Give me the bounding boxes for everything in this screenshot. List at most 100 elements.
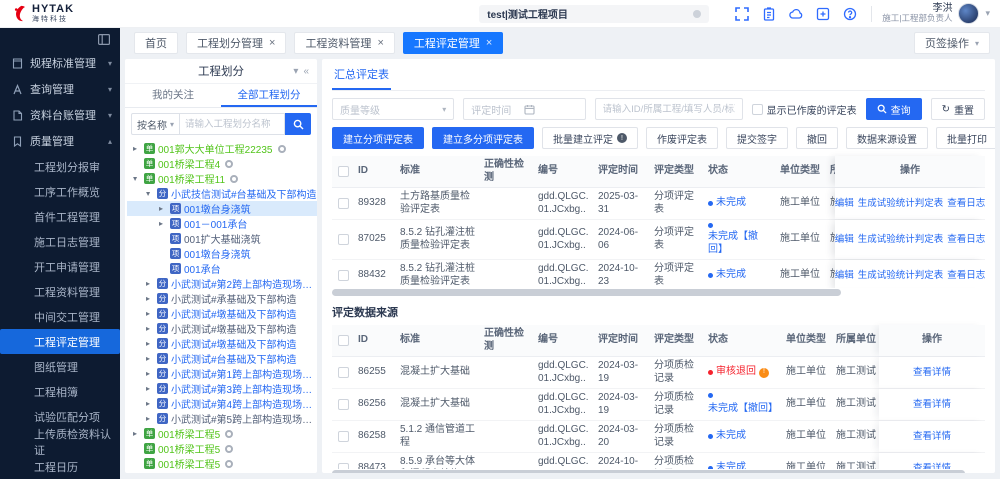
tree-node[interactable]: 项 001墩台身浇筑 — [127, 246, 317, 261]
expander-icon[interactable] — [133, 175, 141, 183]
tree-node[interactable]: 单 001桥梁工程5 — [127, 471, 317, 473]
tree-node-label[interactable]: 小武技信测试#台基础及下部构造 — [171, 186, 317, 201]
status-text[interactable]: 未完成 — [716, 462, 746, 469]
tree-node-label[interactable]: 小武测试#墩基础及下部构造 — [171, 306, 297, 321]
tree-search-input[interactable] — [180, 113, 285, 135]
tab-summary-table[interactable]: 汇总评定表 — [332, 66, 391, 90]
tree-node[interactable]: 项 001墩台身浇筑 — [127, 201, 317, 216]
tab-all-divisions[interactable]: 全部工程划分 — [221, 84, 317, 107]
row-action-link[interactable]: 生成试验统计判定表 — [858, 234, 944, 246]
tree-node[interactable]: 单 001桥梁工程5 — [127, 426, 317, 441]
status-text[interactable]: 未完成 — [716, 197, 746, 210]
expander-icon[interactable] — [159, 205, 167, 213]
tree-node-label[interactable]: 001桥梁工程5 — [158, 471, 220, 473]
help-icon[interactable] — [843, 7, 857, 21]
tree-node[interactable]: 分 小武测试#墩基础及下部构造 — [127, 306, 317, 321]
page-tab[interactable]: 工程划分管理 × — [186, 32, 286, 54]
close-icon[interactable]: × — [486, 38, 492, 49]
row-checkbox[interactable] — [332, 220, 354, 259]
project-selector[interactable]: test|测试工程项目 — [479, 5, 709, 23]
quality-grade-select[interactable]: 质量等级 ▾ — [332, 98, 454, 120]
tree-node-label[interactable]: 001墩台身浇筑 — [184, 201, 251, 216]
view-detail-link[interactable]: 查看详情 — [913, 399, 951, 411]
tree-node-label[interactable]: 001桥梁工程4 — [158, 156, 220, 171]
page-tab[interactable]: 首页 × — [134, 32, 178, 54]
sidebar-group-ledger[interactable]: 资料台账管理 ▾ — [0, 102, 120, 128]
tree-node-label[interactable]: 001桥梁工程5 — [158, 426, 220, 441]
status-text[interactable]: 未完成 — [716, 430, 746, 443]
expander-icon[interactable] — [146, 355, 154, 363]
tree-node-label[interactable]: 小武测试#第4跨上部构造现场浇筑 — [171, 396, 317, 411]
expander-icon[interactable] — [146, 280, 154, 288]
expander-icon[interactable] — [146, 190, 154, 198]
row-action-link[interactable]: 编辑 — [835, 234, 854, 246]
sidebar-item[interactable]: 首件工程管理 — [0, 204, 120, 229]
tree-node-label[interactable]: 001郭大大单位工程22235 — [158, 141, 273, 156]
tree-node[interactable]: 单 001桥梁工程5 — [127, 441, 317, 456]
sidebar-item[interactable]: 施工日志管理 — [0, 229, 120, 254]
tree-node[interactable]: 单 001桥梁工程5 — [127, 456, 317, 471]
sidebar-group-quality[interactable]: 质量管理 ▴ — [0, 128, 120, 154]
sidebar-item[interactable]: 工程划分报审 — [0, 154, 120, 179]
expander-icon[interactable] — [146, 295, 154, 303]
search-by-select[interactable]: 按名称 ▾ — [131, 113, 180, 135]
status-text[interactable]: 审核退回 — [716, 366, 756, 379]
clipboard-icon[interactable] — [762, 7, 776, 21]
user-menu[interactable]: 李洪 施工|工程部负责人 ▾ — [882, 3, 990, 24]
sidebar-item[interactable]: 图纸管理 — [0, 354, 120, 379]
view-detail-link[interactable]: 查看详情 — [913, 431, 951, 443]
expander-icon[interactable] — [146, 310, 154, 318]
fullscreen-icon[interactable] — [735, 7, 749, 21]
tree-node-label[interactable]: 001扩大基础浇筑 — [184, 231, 261, 246]
select-all-checkbox[interactable] — [332, 325, 354, 356]
page-tab[interactable]: 工程资料管理 × — [294, 32, 394, 54]
row-checkbox[interactable] — [332, 389, 354, 420]
sidebar-item[interactable]: 工程评定管理 — [0, 329, 120, 354]
view-detail-link[interactable]: 查看详情 — [913, 463, 951, 469]
expander-icon[interactable] — [159, 220, 167, 228]
tree-node[interactable]: 分 小武技信测试#台基础及下部构造 — [127, 186, 317, 201]
tree-node-label[interactable]: 小武测试#承基础及下部构造 — [171, 291, 297, 306]
sidebar-item[interactable]: 中间交工管理 — [0, 304, 120, 329]
page-tab[interactable]: 工程评定管理 × — [403, 32, 503, 54]
row-action-link[interactable]: 查看日志 — [947, 270, 985, 282]
tree-node[interactable]: 单 001桥梁工程11 — [127, 171, 317, 186]
cloud-icon[interactable] — [789, 7, 803, 21]
tree-node-label[interactable]: 001桥梁工程5 — [158, 441, 220, 456]
row-checkbox[interactable] — [332, 188, 354, 219]
action-button[interactable]: 批量建立评定 ! — [542, 127, 638, 149]
tree-node-label[interactable]: 001桥梁工程5 — [158, 456, 220, 471]
chevron-down-icon[interactable]: ▾ — [293, 66, 298, 77]
tree-node-label[interactable]: 小武测试#第2跨上部构造现场浇筑 — [171, 276, 317, 291]
user-caret-down-icon[interactable]: ▾ — [985, 8, 990, 19]
tab-my-follow[interactable]: 我的关注 — [125, 84, 221, 107]
row-action-link[interactable]: 编辑 — [835, 270, 854, 282]
collapse-panel-icon[interactable]: « — [303, 66, 309, 77]
tree-node-label[interactable]: 小武测试#墩基础及下部构造 — [171, 321, 297, 336]
select-all-checkbox[interactable] — [332, 156, 354, 187]
tree-node[interactable]: 分 小武测试#第5跨上部构造现场浇筑 — [127, 411, 317, 426]
action-button[interactable]: 批量打印 ! — [936, 127, 995, 149]
action-button[interactable]: 提交签字 ! — [726, 127, 788, 149]
row-action-link[interactable]: 查看日志 — [947, 198, 985, 210]
tree-node[interactable]: 分 小武测试#墩基础及下部构造 — [127, 321, 317, 336]
tree-node-label[interactable]: 小武测试#第5跨上部构造现场浇筑 — [171, 411, 317, 426]
row-checkbox[interactable] — [332, 260, 354, 288]
tree-node[interactable]: 分 小武测试#第2跨上部构造现场浇筑 — [127, 276, 317, 291]
sidebar-group-standards[interactable]: 规程标准管理 ▾ — [0, 50, 120, 76]
tree-node[interactable]: 单 001桥梁工程4 — [127, 156, 317, 171]
close-icon[interactable]: × — [377, 38, 383, 49]
tree-node[interactable]: 分 小武测试#第4跨上部构造现场浇筑 — [127, 396, 317, 411]
tree-node[interactable]: 单 001郭大大单位工程22235 — [127, 141, 317, 156]
collapse-sidebar-icon[interactable] — [98, 34, 110, 45]
sidebar-item[interactable]: 上传质检资料认证 — [0, 429, 120, 454]
reset-button[interactable]: ↻ 重置 — [931, 98, 985, 120]
row-checkbox[interactable] — [332, 453, 354, 469]
horizontal-scrollbar[interactable] — [332, 470, 985, 473]
expander-icon[interactable] — [133, 430, 141, 438]
status-text[interactable]: 未完成 — [716, 269, 746, 282]
action-button[interactable]: 建立分项评定表 ! — [332, 127, 424, 149]
tree-node[interactable]: 项 001承台 — [127, 261, 317, 276]
sidebar-item[interactable]: 工程日历 — [0, 454, 120, 479]
evaluation-time-picker[interactable]: 评定时间 — [463, 98, 585, 120]
